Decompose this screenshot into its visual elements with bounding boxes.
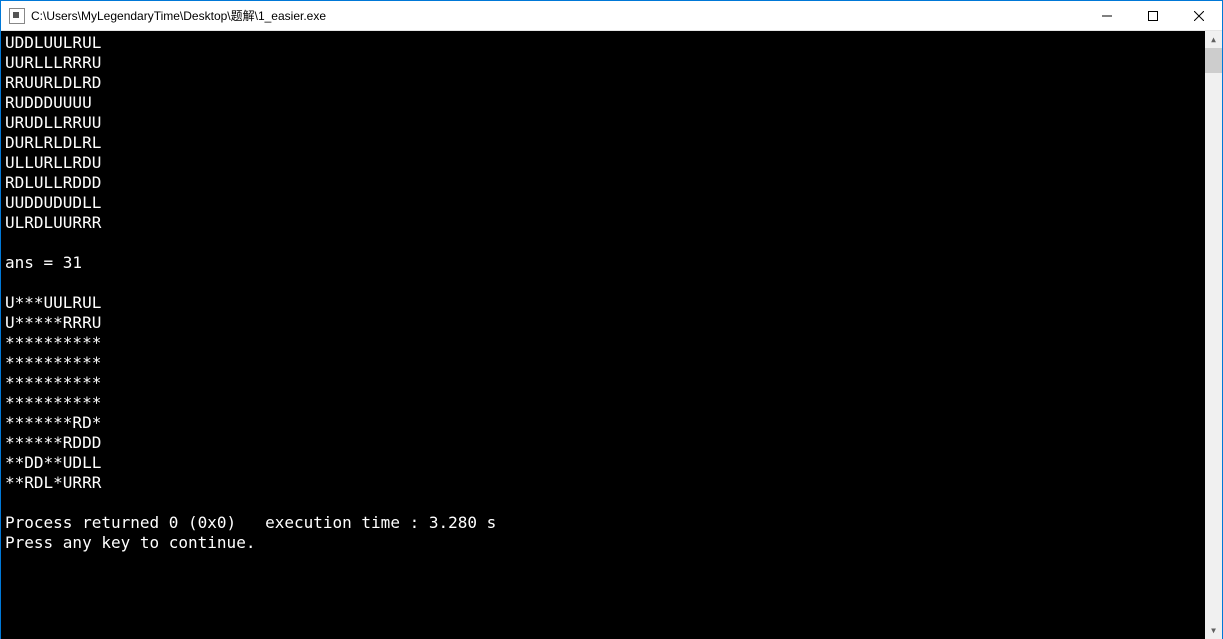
scroll-down-button[interactable]: ▼: [1205, 622, 1222, 639]
scroll-thumb[interactable]: [1205, 48, 1222, 73]
window-titlebar: C:\Users\MyLegendaryTime\Desktop\题解\1_ea…: [1, 1, 1222, 31]
close-icon: [1194, 11, 1204, 21]
console-line: **********: [5, 393, 1218, 413]
console-line: RRUURLDLRD: [5, 73, 1218, 93]
console-line: **********: [5, 353, 1218, 373]
console-line: ans = 31: [5, 253, 1218, 273]
scroll-up-button[interactable]: ▲: [1205, 31, 1222, 48]
console-line: DURLRLDLRL: [5, 133, 1218, 153]
console-line: RDLULLRDDD: [5, 173, 1218, 193]
console-line: *******RD*: [5, 413, 1218, 433]
console-line: **DD**UDLL: [5, 453, 1218, 473]
console-output: UDDLUULRULUURLLLRRRURRUURLDLRDRUDDDUUUUU…: [1, 31, 1222, 555]
console-line: UURLLLRRRU: [5, 53, 1218, 73]
console-line: **********: [5, 333, 1218, 353]
close-button[interactable]: [1176, 1, 1222, 30]
console-line: UUDDUDUDLL: [5, 193, 1218, 213]
maximize-button[interactable]: [1130, 1, 1176, 30]
console-line: [5, 493, 1218, 513]
console-line: ULRDLUURRR: [5, 213, 1218, 233]
console-line: U*****RRRU: [5, 313, 1218, 333]
console-line: ******RDDD: [5, 433, 1218, 453]
vertical-scrollbar[interactable]: ▲ ▼: [1205, 31, 1222, 639]
console-line: [5, 273, 1218, 293]
console-line: UDDLUULRUL: [5, 33, 1218, 53]
console-line: **********: [5, 373, 1218, 393]
console-line: [5, 233, 1218, 253]
console-area: UDDLUULRULUURLLLRRRURRUURLDLRDRUDDDUUUUU…: [1, 31, 1222, 639]
minimize-button[interactable]: [1084, 1, 1130, 30]
console-line: Process returned 0 (0x0) execution time …: [5, 513, 1218, 533]
console-line: RUDDDUUUU: [5, 93, 1218, 113]
console-line: ULLURLLRDU: [5, 153, 1218, 173]
console-line: URUDLLRRUU: [5, 113, 1218, 133]
minimize-icon: [1102, 11, 1112, 21]
window-title: C:\Users\MyLegendaryTime\Desktop\题解\1_ea…: [31, 7, 1084, 24]
maximize-icon: [1148, 11, 1158, 21]
window-controls: [1084, 1, 1222, 30]
console-line: U***UULRUL: [5, 293, 1218, 313]
console-line: **RDL*URRR: [5, 473, 1218, 493]
app-icon: [9, 8, 25, 24]
console-line: Press any key to continue.: [5, 533, 1218, 553]
